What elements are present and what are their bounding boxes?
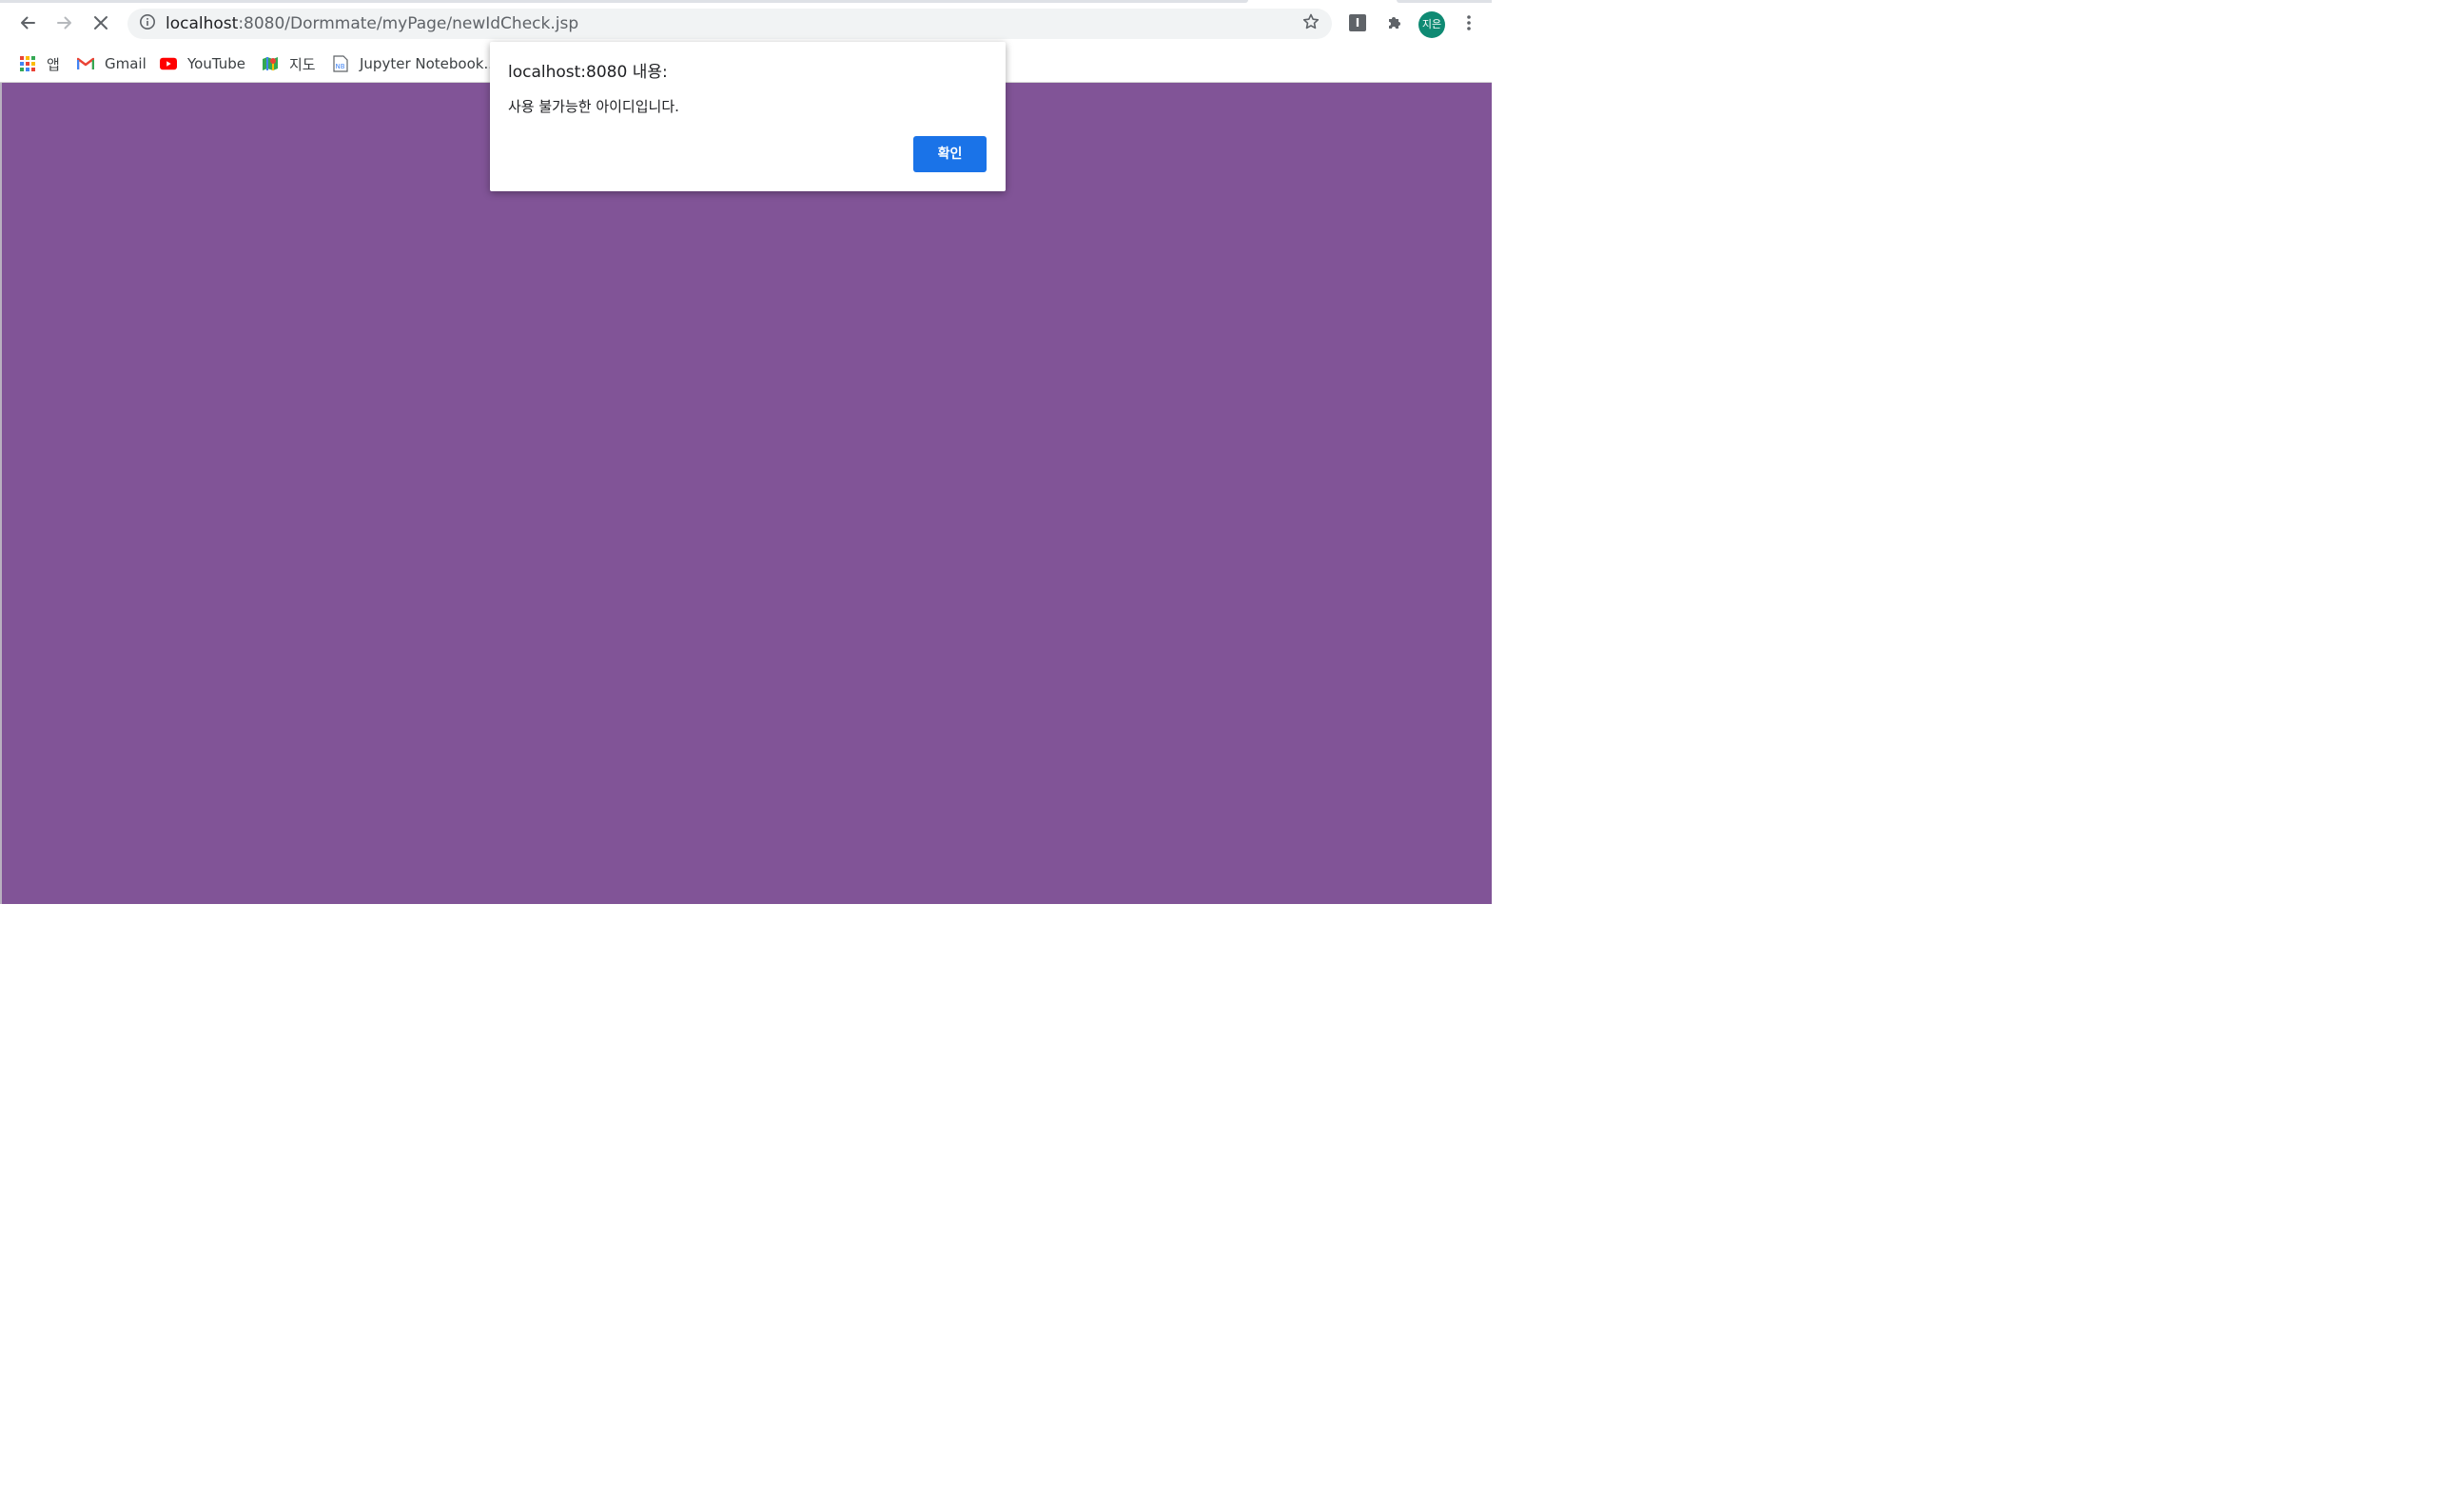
bookmark-maps[interactable]: 지도 xyxy=(262,51,316,76)
tab-strip-edge-right xyxy=(1397,0,1492,3)
bookmark-apps[interactable]: 앱 xyxy=(19,51,60,76)
url-path: :8080/Dormmate/myPage/newIdCheck.jsp xyxy=(238,14,579,33)
ok-button[interactable]: 확인 xyxy=(913,136,987,172)
youtube-icon xyxy=(160,55,177,72)
profile-initials: 지은 xyxy=(1421,18,1442,30)
bookmark-youtube[interactable]: YouTube xyxy=(160,51,245,76)
maps-icon xyxy=(262,55,279,72)
close-icon xyxy=(91,13,110,32)
address-bar[interactable]: localhost:8080/Dormmate/myPage/newIdChec… xyxy=(127,9,1332,39)
page-viewport xyxy=(2,83,1492,904)
extensions-menu-button[interactable] xyxy=(1379,8,1410,38)
bookmark-label: Jupyter Notebook... xyxy=(360,55,498,72)
svg-text:NB: NB xyxy=(336,63,345,70)
alert-dialog: localhost:8080 내용: 사용 불가능한 아이디입니다. 확인 xyxy=(490,42,1006,191)
apps-grid-icon xyxy=(19,55,36,72)
arrow-right-icon xyxy=(55,13,74,32)
gmail-icon xyxy=(77,55,94,72)
arrow-left-icon xyxy=(18,13,37,32)
notebook-icon: NB xyxy=(332,55,349,72)
url-host: localhost xyxy=(166,14,239,33)
star-icon xyxy=(1301,12,1320,35)
profile-avatar[interactable]: 지은 xyxy=(1418,11,1445,38)
extension-button[interactable]: I xyxy=(1342,8,1373,38)
browser-window: localhost:8080/Dormmate/myPage/newIdChec… xyxy=(0,0,1492,904)
bookmark-label: YouTube xyxy=(187,55,245,72)
url-text[interactable]: localhost:8080/Dormmate/myPage/newIdChec… xyxy=(166,14,578,33)
bookmark-label: Gmail xyxy=(105,55,147,72)
back-button[interactable] xyxy=(12,8,43,38)
info-icon xyxy=(139,13,156,34)
dialog-message: 사용 불가능한 아이디입니다. xyxy=(508,98,679,115)
dialog-title: localhost:8080 내용: xyxy=(508,63,668,82)
puzzle-icon xyxy=(1385,13,1404,32)
kebab-menu-icon xyxy=(1459,13,1478,32)
forward-button[interactable] xyxy=(49,8,80,38)
browser-menu-button[interactable] xyxy=(1454,8,1484,38)
tab-strip-edge xyxy=(0,0,1248,3)
extension-square-icon: I xyxy=(1349,14,1366,31)
site-info-button[interactable] xyxy=(138,14,157,33)
extension-label: I xyxy=(1355,16,1360,29)
stop-loading-button[interactable] xyxy=(86,8,116,38)
bookmark-jupyter[interactable]: NB Jupyter Notebook... xyxy=(332,51,498,76)
bookmark-gmail[interactable]: Gmail xyxy=(77,51,147,76)
browser-toolbar: localhost:8080/Dormmate/myPage/newIdChec… xyxy=(0,0,1492,46)
bookmark-label: 지도 xyxy=(289,55,316,73)
bookmark-label: 앱 xyxy=(47,55,60,73)
bookmark-star-button[interactable] xyxy=(1300,12,1322,35)
